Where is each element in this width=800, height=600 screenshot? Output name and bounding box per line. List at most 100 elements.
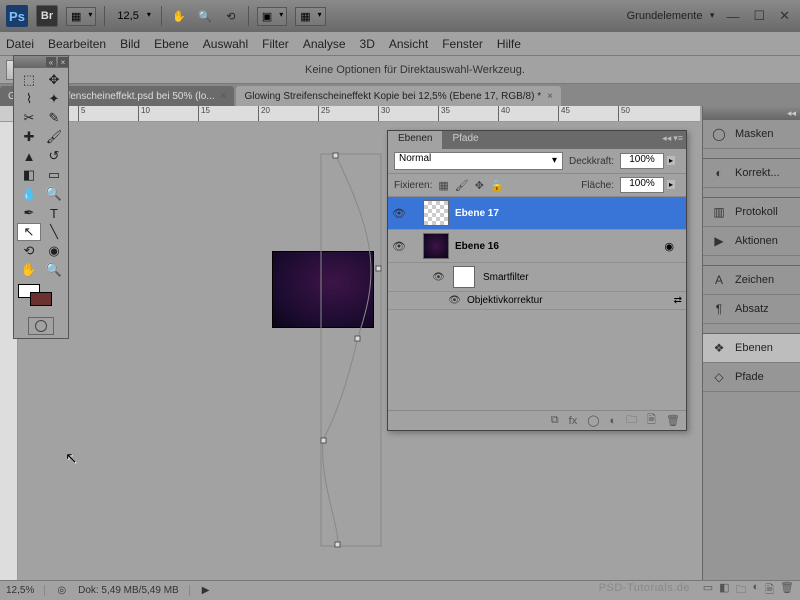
menu-3d[interactable]: 3D xyxy=(360,37,375,51)
maximize-button[interactable]: ☐ xyxy=(749,8,769,24)
status-menu-icon[interactable]: ▶ xyxy=(202,585,210,596)
panel-masken[interactable]: ◯Masken xyxy=(703,120,800,149)
hand-tool-icon[interactable]: ✋ xyxy=(170,7,188,25)
menu-datei[interactable]: Datei xyxy=(6,37,34,51)
layers-panel[interactable]: Ebenen Pfade ◂◂ ▾≡ Normal Deckkraft: 100… xyxy=(387,130,687,431)
document-tab-2[interactable]: Glowing Streifenscheineffekt Kopie bei 1… xyxy=(236,86,561,106)
menu-auswahl[interactable]: Auswahl xyxy=(203,37,248,51)
panel-absatz[interactable]: ¶Absatz xyxy=(703,295,800,324)
layer-thumbnail[interactable] xyxy=(423,233,449,259)
panel-menu-icon[interactable]: ▾≡ xyxy=(673,133,683,147)
collapse-icon[interactable]: « xyxy=(46,57,56,67)
blur-tool[interactable]: 💧 xyxy=(17,185,41,203)
lens-correction-row[interactable]: 👁 Objektivkorrektur ⇄ xyxy=(388,292,686,310)
path-select-tool[interactable]: ↖ xyxy=(17,223,41,241)
filter-mask-thumbnail[interactable] xyxy=(453,266,475,288)
menu-filter[interactable]: Filter xyxy=(262,37,289,51)
brush-tool[interactable]: 🖌 xyxy=(42,128,66,146)
toolbox-header[interactable]: « × xyxy=(14,56,68,68)
panel-korrekturen[interactable]: ◐Korrekt... xyxy=(703,159,800,188)
document-size wh[interactable]: Dok: 5,49 MB/5,49 MB xyxy=(78,585,190,596)
gradient-tool[interactable]: ▭ xyxy=(42,166,66,184)
menu-bild[interactable]: Bild xyxy=(120,37,140,51)
smartfilter-row[interactable]: 👁 Smartfilter xyxy=(388,263,686,292)
crop-tool[interactable]: ✂ xyxy=(17,109,41,127)
zoom-level[interactable]: 12,5% xyxy=(6,585,45,596)
status-icon[interactable]: 🗑 xyxy=(780,581,794,600)
3d-rotate-tool[interactable]: ⟲ xyxy=(17,242,41,260)
delete-layer-icon[interactable]: 🗑 xyxy=(666,414,680,427)
lock-pixels-icon[interactable]: 🖌 xyxy=(455,179,469,192)
zoom-tool-icon[interactable]: 🔍 xyxy=(196,7,214,25)
color-swatches[interactable] xyxy=(14,282,68,314)
tab-close-icon[interactable]: × xyxy=(547,91,553,102)
history-brush-tool[interactable]: ↺ xyxy=(42,147,66,165)
visibility-icon[interactable]: 👁 xyxy=(448,295,461,306)
status-icon[interactable]: ◎ xyxy=(57,585,66,596)
line-tool[interactable]: ╲ xyxy=(42,223,66,241)
panel-zeichen[interactable]: AZeichen xyxy=(703,266,800,295)
healing-tool[interactable]: ✚ xyxy=(17,128,41,146)
lock-all-icon[interactable]: 🔒 xyxy=(490,179,504,192)
document-canvas[interactable] xyxy=(273,252,373,327)
dodge-tool[interactable]: 🔍 xyxy=(42,185,66,203)
menu-bearbeiten[interactable]: Bearbeiten xyxy=(48,37,106,51)
adjustment-layer-icon[interactable]: ◐ xyxy=(610,415,617,427)
blend-mode-select[interactable]: Normal xyxy=(394,152,563,170)
rotate-icon[interactable]: ⟲ xyxy=(222,7,240,25)
hand-tool[interactable]: ✋ xyxy=(17,261,41,279)
status-icon[interactable]: 🗎 xyxy=(765,581,774,600)
collapse-icon[interactable]: ◂◂ xyxy=(787,108,796,119)
screen-mode-dropdown[interactable]: ▣ xyxy=(257,7,287,26)
horizontal-ruler[interactable]: 0 5 10 15 20 25 30 35 40 45 50 xyxy=(18,106,700,122)
filter-options-icon[interactable]: ⇄ xyxy=(674,295,682,306)
visibility-icon[interactable]: 👁 xyxy=(392,207,405,220)
layer-name[interactable]: Ebene 17 xyxy=(455,208,499,219)
close-icon[interactable]: × xyxy=(58,57,68,67)
visibility-icon[interactable]: 👁 xyxy=(432,272,445,283)
tab-close-icon[interactable]: × xyxy=(221,91,227,102)
eyedropper-tool[interactable]: ✎ xyxy=(42,109,66,127)
zoom-tool[interactable]: 🔍 xyxy=(42,261,66,279)
workspace-switcher[interactable]: Grundelemente xyxy=(621,7,717,25)
extras-dropdown[interactable]: ▦ xyxy=(295,7,325,26)
layer-ebene16[interactable]: 👁 Ebene 16 ◉ xyxy=(388,230,686,263)
status-icon[interactable]: ◐ xyxy=(753,581,760,600)
move-tool[interactable]: ✥ xyxy=(42,71,66,89)
minimize-button[interactable]: — xyxy=(722,9,743,24)
view-arrange-dropdown[interactable]: ▦ xyxy=(66,7,96,26)
layer-mask-icon[interactable]: ◯ xyxy=(587,414,599,427)
layer-thumbnail[interactable] xyxy=(423,200,449,226)
type-tool[interactable]: T xyxy=(42,204,66,222)
layer-name[interactable]: Ebene 16 xyxy=(455,241,499,252)
lasso-tool[interactable]: ⌇ xyxy=(17,90,41,108)
menu-ansicht[interactable]: Ansicht xyxy=(389,37,428,51)
pen-tool[interactable]: ✒ xyxy=(17,204,41,222)
tab-pfade[interactable]: Pfade xyxy=(442,131,488,149)
panel-ebenen[interactable]: ❖Ebenen xyxy=(703,334,800,363)
panel-pfade[interactable]: ◇Pfade xyxy=(703,363,800,392)
background-color[interactable] xyxy=(30,292,52,306)
eraser-tool[interactable]: ◧ xyxy=(17,166,41,184)
menu-fenster[interactable]: Fenster xyxy=(442,37,483,51)
close-button[interactable]: ✕ xyxy=(775,8,794,24)
link-layers-icon[interactable]: ⧉ xyxy=(551,414,559,427)
menu-hilfe[interactable]: Hilfe xyxy=(497,37,521,51)
status-icon[interactable]: 🗀 xyxy=(736,581,747,600)
new-layer-icon[interactable]: 🗎 xyxy=(647,411,656,430)
visibility-icon[interactable]: 👁 xyxy=(392,240,405,253)
panel-protokoll[interactable]: ▥Protokoll xyxy=(703,198,800,227)
panel-aktionen[interactable]: ▶Aktionen xyxy=(703,227,800,256)
group-icon[interactable]: 🗀 xyxy=(626,411,637,430)
status-icon[interactable]: ◧ xyxy=(719,581,729,600)
marquee-tool[interactable]: ⬚ xyxy=(17,71,41,89)
lock-transparency-icon[interactable]: ▦ xyxy=(438,179,448,192)
layer-ebene17[interactable]: 👁 Ebene 17 xyxy=(388,197,686,230)
layer-style-icon[interactable]: fx xyxy=(569,415,578,427)
opacity-field[interactable]: 100% xyxy=(620,153,664,169)
lock-position-icon[interactable]: ✥ xyxy=(475,179,484,192)
menu-ebene[interactable]: Ebene xyxy=(154,37,189,51)
rail-header[interactable]: ◂◂ xyxy=(703,106,800,120)
panel-collapse-icon[interactable]: ◂◂ xyxy=(662,133,671,147)
3d-camera-tool[interactable]: ◉ xyxy=(42,242,66,260)
